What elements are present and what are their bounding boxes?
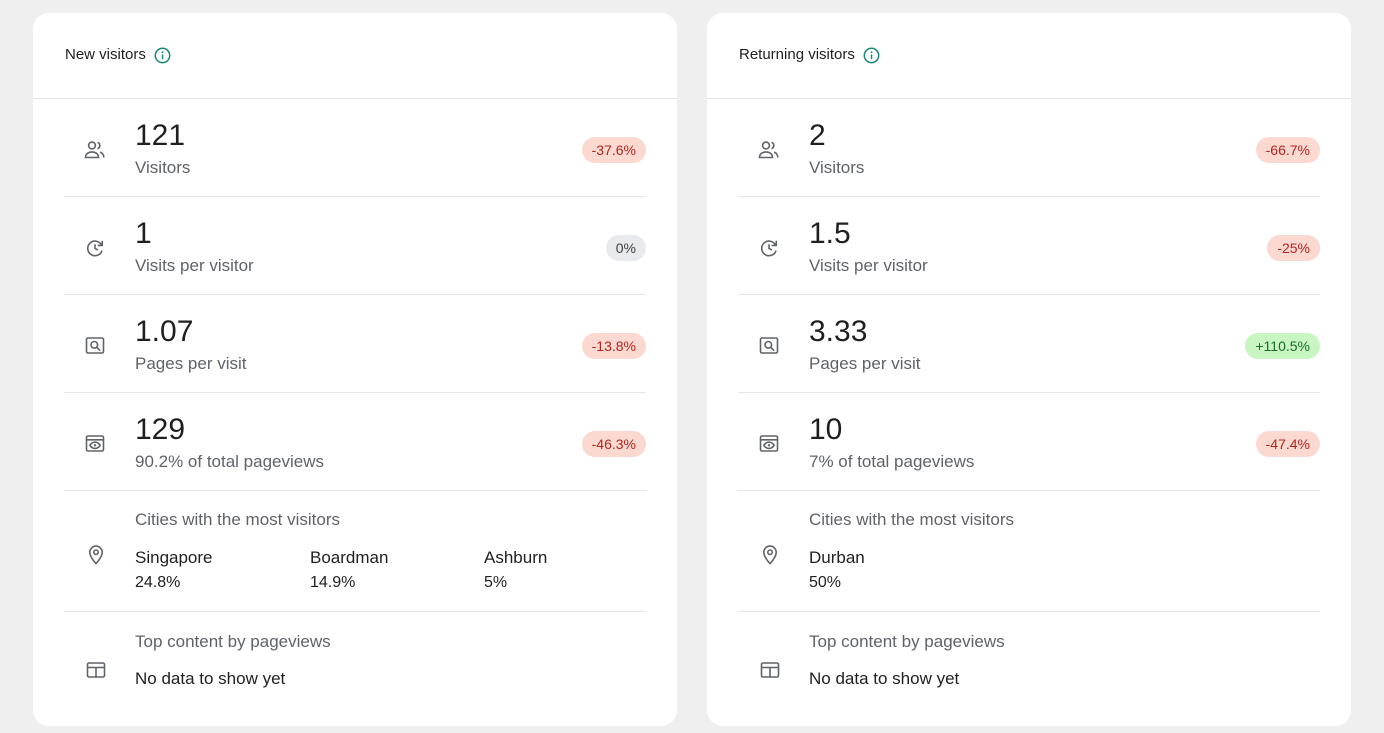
returning-visitors-card: Returning visitors 2 Visitors -66.7% 1.5… (707, 13, 1351, 726)
metric-row-visits-per-visitor: 1 Visits per visitor 0% (64, 197, 646, 295)
card-title: New visitors (65, 46, 146, 63)
top-cities-section: Cities with the most visitors Singapore … (64, 491, 646, 612)
change-badge: -47.4% (1255, 431, 1320, 457)
card-title: Returning visitors (739, 46, 855, 63)
repeat-clock-icon (757, 237, 781, 259)
card-header: New visitors (33, 13, 677, 99)
metric-value: 129 (135, 413, 186, 446)
change-badge: -66.7% (1255, 137, 1320, 163)
pageview-eye-icon (83, 433, 107, 455)
location-pin-icon (84, 542, 108, 566)
metric-label: Pages per visit (809, 354, 921, 373)
card-body: 121 Visitors -37.6% 1 Visits per visitor… (33, 99, 677, 722)
metric-row-pages-per-visit: 1.07 Pages per visit -13.8% (64, 295, 646, 393)
city-name: Singapore (135, 548, 213, 567)
metric-value: 1.5 (809, 217, 851, 250)
change-badge: -46.3% (581, 431, 646, 457)
empty-state-text: No data to show yet (135, 669, 286, 688)
section-title: Top content by pageviews (809, 632, 1005, 651)
city-percent: 14.9% (310, 574, 356, 591)
city-name: Durban (809, 548, 865, 567)
metric-label: Pages per visit (135, 354, 247, 373)
content-table-icon (84, 658, 108, 682)
city-name: Boardman (310, 548, 389, 567)
metric-row-pageviews: 129 90.2% of total pageviews -46.3% (64, 393, 646, 491)
top-cities-section: Cities with the most visitors Durban 50% (738, 491, 1320, 612)
card-header: Returning visitors (707, 13, 1351, 99)
metric-row-pages-per-visit: 3.33 Pages per visit +110.5% (738, 295, 1320, 393)
metric-value: 121 (135, 119, 186, 152)
metric-label: Visits per visitor (135, 256, 254, 275)
city-item: Boardman 14.9% (310, 548, 388, 592)
page-search-icon (83, 335, 107, 357)
metric-label: Visitors (135, 158, 191, 177)
metric-row-pageviews: 10 7% of total pageviews -47.4% (738, 393, 1320, 491)
section-title: Cities with the most visitors (135, 510, 340, 529)
city-item: Singapore 24.8% (135, 548, 213, 592)
city-name: Ashburn (484, 548, 548, 567)
metric-value: 10 (809, 413, 843, 446)
visitor-insights-page: New visitors 121 Visitors -37.6% 1 Visit… (0, 0, 1384, 733)
city-item: Ashburn 5% (484, 548, 547, 592)
metric-value: 2 (809, 119, 826, 152)
metric-value: 1 (135, 217, 152, 250)
content-table-icon (758, 658, 782, 682)
top-content-section: Top content by pageviews No data to show… (64, 612, 646, 722)
change-badge: -13.8% (581, 333, 646, 359)
empty-state-text: No data to show yet (809, 669, 960, 688)
change-badge: -25% (1267, 235, 1320, 261)
metric-row-visitors: 2 Visitors -66.7% (738, 99, 1320, 197)
people-icon (757, 139, 781, 161)
info-icon[interactable] (154, 47, 171, 64)
city-percent: 24.8% (135, 574, 181, 591)
change-badge: +110.5% (1245, 333, 1320, 359)
repeat-clock-icon (83, 237, 107, 259)
city-percent: 5% (484, 574, 508, 591)
metric-value: 3.33 (809, 315, 868, 348)
people-icon (83, 139, 107, 161)
metric-label: 90.2% of total pageviews (135, 452, 325, 471)
info-icon[interactable] (863, 47, 880, 64)
section-title: Top content by pageviews (135, 632, 331, 651)
city-percent: 50% (809, 574, 842, 591)
metric-row-visits-per-visitor: 1.5 Visits per visitor -25% (738, 197, 1320, 295)
new-visitors-card: New visitors 121 Visitors -37.6% 1 Visit… (33, 13, 677, 726)
city-item: Durban 50% (809, 548, 865, 592)
card-body: 2 Visitors -66.7% 1.5 Visits per visitor… (707, 99, 1351, 722)
location-pin-icon (758, 542, 782, 566)
pageview-eye-icon (757, 433, 781, 455)
top-content-section: Top content by pageviews No data to show… (738, 612, 1320, 722)
metric-row-visitors: 121 Visitors -37.6% (64, 99, 646, 197)
section-title: Cities with the most visitors (809, 510, 1014, 529)
metric-value: 1.07 (135, 315, 194, 348)
change-badge: 0% (605, 235, 646, 261)
metric-label: Visits per visitor (809, 256, 928, 275)
metric-label: 7% of total pageviews (809, 452, 975, 471)
page-search-icon (757, 335, 781, 357)
metric-label: Visitors (809, 158, 865, 177)
change-badge: -37.6% (581, 137, 646, 163)
